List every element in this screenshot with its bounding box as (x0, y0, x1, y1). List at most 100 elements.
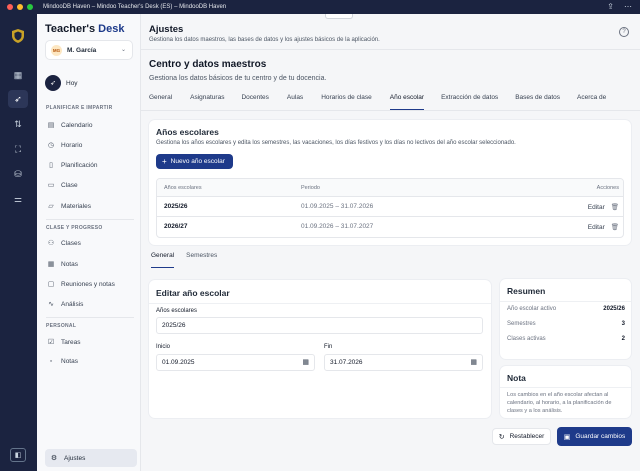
summary-row: Semestres 3 (507, 321, 625, 327)
settings-tabs: General Asignaturas Docentes Aulas Horar… (149, 94, 606, 110)
table-row[interactable]: 2025/26 01.09.2025 – 31.07.2026 Editar 🗑 (157, 197, 623, 217)
sort-arrows-icon[interactable]: ⇅ (8, 115, 28, 133)
edit-button[interactable]: Editar (588, 204, 605, 211)
divider (500, 301, 631, 302)
save-button[interactable]: ▣ Guardar cambios (557, 427, 632, 446)
checklist-icon: ☑ (47, 339, 55, 346)
sidebar-item-tasks[interactable]: ☑ Tareas (46, 338, 81, 347)
analytics-icon: ∿ (48, 301, 54, 308)
sidebar-item-schedule[interactable]: ◷ Horario (46, 141, 82, 150)
sidebar-item-settings[interactable]: ⚙ Ajustes (45, 449, 137, 467)
sidebar-item-today[interactable]: ➶ Hoy (45, 75, 78, 91)
calendar-icon[interactable]: ▦ (302, 358, 309, 366)
reset-button[interactable]: ↻ Restablecer (492, 428, 551, 445)
school-years-card: Años escolares Gestiona los años escolar… (149, 120, 631, 245)
tab-rooms[interactable]: Aulas (287, 94, 303, 110)
end-label: Fin (324, 344, 333, 350)
edit-button[interactable]: Editar (588, 224, 605, 231)
tab-about[interactable]: Acerca de (577, 94, 606, 110)
edit-subtabs: General Semestres (151, 252, 217, 268)
window-title: MindooDB Haven – Mindoo Teacher's Desk (… (43, 4, 227, 10)
section-heading: CLASE Y PROGRESO (46, 225, 103, 231)
column-header: Años escolares (164, 185, 202, 191)
plus-icon: + (162, 157, 167, 166)
sidebar: Teacher's Desk MG M. García ⌄ ➶ Hoy PLAN… (37, 14, 141, 471)
sidebar-item-materials[interactable]: ▱ Materiales (46, 202, 91, 211)
sidebar-item-classes[interactable]: ⚇ Clases (46, 239, 81, 248)
sidebar-item-label: Hoy (66, 79, 78, 87)
summary-row: Clases activas 2 (507, 336, 625, 342)
sidebar-item-notes[interactable]: ▫ Notas (46, 358, 78, 365)
period-cell: 01.09.2025 – 31.07.2026 (301, 203, 374, 210)
window-tab-handle[interactable] (325, 14, 353, 19)
divider (46, 317, 134, 318)
rocket-icon: ➶ (45, 75, 61, 91)
chat-icon: ▢ (47, 281, 55, 288)
tab-general[interactable]: General (149, 94, 172, 110)
tab-semesters[interactable]: Semestres (186, 252, 217, 268)
reset-icon: ↻ (498, 433, 505, 441)
summary-row: Año escolar activo 2025/26 (507, 306, 625, 312)
save-icon: ▣ (563, 433, 571, 441)
period-cell: 01.09.2026 – 31.07.2027 (301, 223, 374, 230)
divider (149, 303, 491, 304)
sidebar-item-planning[interactable]: ▯ Planificación (46, 161, 97, 170)
table-row[interactable]: 2026/27 01.09.2026 – 31.07.2027 Editar 🗑 (157, 217, 623, 237)
year-cell: 2025/26 (164, 203, 188, 210)
sidebar-item-class[interactable]: ▭ Clase (46, 181, 78, 190)
more-icon[interactable]: ⋯ (624, 2, 632, 11)
start-label: Inicio (156, 344, 171, 350)
share-icon[interactable]: ⇪ (607, 2, 614, 11)
minimize-window-button[interactable] (17, 4, 23, 10)
start-date-field[interactable]: 01.09.2025 ▦ (156, 354, 315, 371)
section-heading: PERSONAL (46, 323, 77, 329)
tab-data-extraction[interactable]: Extracción de datos (441, 94, 498, 110)
note-card: Nota Los cambios en el año escolar afect… (500, 366, 631, 418)
tab-general[interactable]: General (151, 252, 175, 268)
sidebar-item-meetings[interactable]: ▢ Reuniones y notas (46, 280, 115, 289)
rocket-icon[interactable]: ➶ (8, 90, 28, 108)
table-header: Años escolares Periodo Acciones (157, 179, 623, 197)
users-icon: ⚇ (47, 240, 55, 247)
main-content: Ajustes Gestiona los datos maestros, las… (141, 14, 640, 471)
icon-rail: ▦ ➶ ⇅ ⛶ ⛁ ⚌ ◧ (0, 14, 37, 471)
card-subtitle: Gestiona los años escolares y edita los … (156, 140, 516, 146)
year-cell: 2026/27 (164, 223, 188, 230)
maximize-window-button[interactable] (27, 4, 33, 10)
end-date-field[interactable]: 31.07.2026 ▦ (324, 354, 483, 371)
card-title: Nota (507, 373, 526, 383)
clock-icon: ◷ (47, 142, 55, 149)
section-subtitle: Gestiona los datos básicos de tu centro … (149, 75, 327, 82)
column-header: Acciones (596, 185, 619, 191)
folder-icon: ▱ (48, 203, 54, 210)
new-school-year-button[interactable]: + Nuevo año escolar (156, 154, 233, 169)
tab-subjects[interactable]: Asignaturas (190, 94, 224, 110)
school-years-table: Años escolares Periodo Acciones 2025/26 … (156, 178, 624, 238)
trash-icon[interactable]: 🗑 (611, 203, 619, 211)
sidebar-item-grades[interactable]: ▦ Notas (46, 260, 78, 269)
calendar-icon: ▤ (47, 122, 55, 129)
sidebar-item-calendar[interactable]: ▤ Calendario (46, 121, 93, 130)
user-selector[interactable]: MG M. García ⌄ (45, 40, 133, 60)
grades-icon: ▦ (47, 261, 55, 268)
tab-school-year[interactable]: Año escolar (389, 94, 425, 110)
document-icon: ▯ (49, 162, 53, 169)
school-year-label: Años escolares (156, 308, 198, 314)
sidebar-item-analysis[interactable]: ∿ Análisis (46, 300, 83, 309)
tab-teachers[interactable]: Docentes (241, 94, 268, 110)
trash-icon[interactable]: 🗑 (611, 223, 619, 231)
tab-class-schedules[interactable]: Horarios de clase (321, 94, 372, 110)
tab-databases[interactable]: Bases de datos (515, 94, 560, 110)
sliders-icon[interactable]: ⚌ (8, 190, 28, 208)
column-header: Periodo (301, 185, 320, 191)
close-window-button[interactable] (7, 4, 13, 10)
avatar: MG (51, 44, 62, 56)
scan-icon[interactable]: ⛶ (8, 140, 28, 158)
card-title: Años escolares (156, 127, 219, 137)
collapse-sidebar-icon[interactable]: ◧ (10, 448, 26, 462)
help-icon[interactable]: ? (619, 27, 629, 37)
dashboard-icon[interactable]: ▦ (8, 66, 28, 84)
school-year-field[interactable]: 2025/26 (156, 317, 483, 334)
database-icon[interactable]: ⛁ (8, 165, 28, 183)
calendar-icon[interactable]: ▦ (470, 358, 477, 366)
